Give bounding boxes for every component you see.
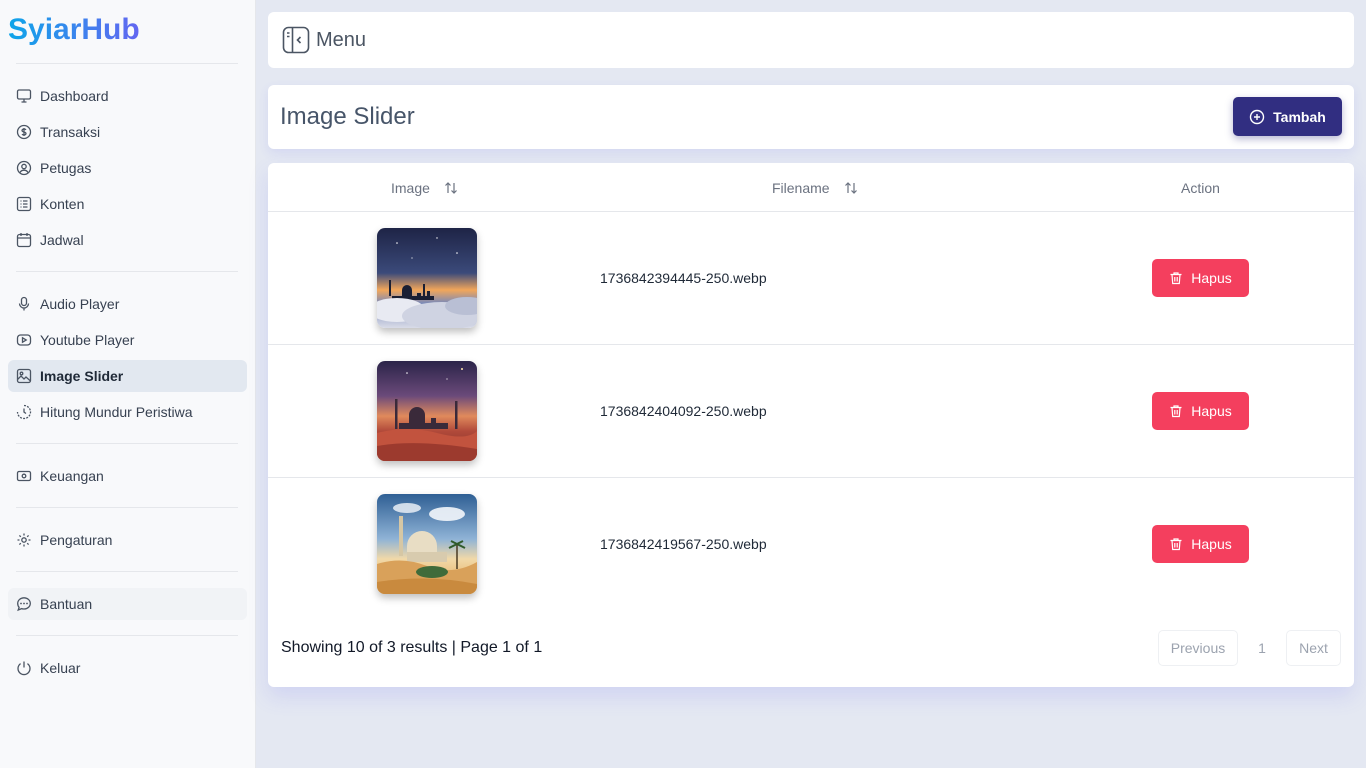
sidebar-item-label: Konten [40, 196, 85, 212]
sidebar-item-label: Bantuan [40, 596, 93, 612]
column-header-action: Action [1181, 180, 1220, 196]
sidebar-item-label: Youtube Player [40, 332, 135, 348]
sidebar-item-label: Pengaturan [40, 532, 113, 548]
sidebar-divider [16, 507, 238, 508]
table-row: 1736842419567-250.webp Hapus [268, 478, 1354, 611]
sidebar-divider [16, 443, 238, 444]
delete-button-label: Hapus [1191, 270, 1232, 286]
banknote-icon [16, 468, 32, 484]
delete-button[interactable]: Hapus [1152, 525, 1249, 563]
sidebar-item-audio-player[interactable]: Audio Player [8, 288, 247, 320]
gear-icon [16, 532, 32, 548]
list-icon [16, 196, 32, 212]
sidebar-item-youtube-player[interactable]: Youtube Player [8, 324, 247, 356]
image-thumbnail[interactable] [377, 494, 477, 594]
microphone-icon [16, 296, 32, 312]
sidebar-item-bantuan[interactable]: Bantuan [8, 588, 247, 620]
sidebar-item-dashboard[interactable]: Dashboard [8, 80, 247, 112]
filename-text: 1736842404092-250.webp [600, 403, 767, 419]
next-button[interactable]: Next [1286, 630, 1341, 666]
page-title: Image Slider [280, 103, 415, 130]
table-row: 1736842404092-250.webp Hapus [268, 345, 1354, 478]
power-icon [16, 660, 32, 676]
column-label: Filename [772, 180, 830, 196]
user-circle-icon [16, 160, 32, 176]
sidebar-item-keuangan[interactable]: Keuangan [8, 460, 247, 492]
sidebar-item-label: Transaksi [40, 124, 101, 140]
monitor-icon [16, 88, 32, 104]
sort-icon[interactable] [444, 181, 458, 195]
sidebar-item-label: Hitung Mundur Peristiwa [40, 404, 193, 420]
sidebar-toggle-icon[interactable] [282, 26, 310, 54]
image-thumbnail[interactable] [377, 361, 477, 461]
delete-button-label: Hapus [1191, 403, 1232, 419]
filename-text: 1736842419567-250.webp [600, 536, 767, 552]
image-icon [16, 368, 32, 384]
add-button[interactable]: Tambah [1233, 97, 1342, 136]
sidebar-item-label: Jadwal [40, 232, 84, 248]
sidebar-divider [16, 63, 238, 64]
image-table: Image Filename Action 1736842394445-250.… [268, 163, 1354, 687]
add-button-label: Tambah [1273, 108, 1326, 125]
page-number-button[interactable]: 1 [1244, 630, 1280, 666]
dollar-circle-icon [16, 124, 32, 140]
column-header-filename[interactable]: Filename [772, 180, 858, 196]
plus-circle-icon [1249, 109, 1265, 125]
trash-icon [1169, 537, 1183, 551]
sidebar: SyiarHub Dashboard Transaksi Petugas Kon… [0, 0, 256, 768]
sidebar-item-petugas[interactable]: Petugas [8, 152, 247, 184]
delete-button[interactable]: Hapus [1152, 259, 1249, 297]
chat-icon [16, 596, 32, 612]
table-row: 1736842394445-250.webp Hapus [268, 212, 1354, 345]
column-label: Image [391, 180, 430, 196]
image-thumbnail[interactable] [377, 228, 477, 328]
sidebar-item-label: Image Slider [40, 368, 124, 384]
filename-text: 1736842394445-250.webp [600, 270, 767, 286]
brand-logo[interactable]: SyiarHub [8, 12, 140, 48]
column-header-image[interactable]: Image [391, 180, 458, 196]
delete-button-label: Hapus [1191, 536, 1232, 552]
sort-icon[interactable] [844, 181, 858, 195]
timer-icon [16, 404, 32, 420]
column-label: Action [1181, 180, 1220, 196]
youtube-icon [16, 332, 32, 348]
top-bar: Menu [268, 12, 1354, 68]
sidebar-item-label: Keuangan [40, 468, 104, 484]
sidebar-item-konten[interactable]: Konten [8, 188, 247, 220]
sidebar-divider [16, 571, 238, 572]
sidebar-divider [16, 271, 238, 272]
sidebar-item-label: Dashboard [40, 88, 109, 104]
sidebar-item-label: Keluar [40, 660, 81, 676]
delete-button[interactable]: Hapus [1152, 392, 1249, 430]
menu-label: Menu [316, 28, 367, 51]
sidebar-item-label: Petugas [40, 160, 92, 176]
sidebar-item-pengaturan[interactable]: Pengaturan [8, 524, 247, 556]
sidebar-divider [16, 635, 238, 636]
trash-icon [1169, 404, 1183, 418]
sidebar-item-image-slider[interactable]: Image Slider [8, 360, 247, 392]
calendar-icon [16, 232, 32, 248]
page-header: Image Slider Tambah [268, 85, 1354, 149]
previous-button[interactable]: Previous [1158, 630, 1238, 666]
sidebar-item-jadwal[interactable]: Jadwal [8, 224, 247, 256]
pagination-summary: Showing 10 of 3 results | Page 1 of 1 [281, 639, 543, 656]
sidebar-item-keluar[interactable]: Keluar [8, 652, 247, 684]
sidebar-item-transaksi[interactable]: Transaksi [8, 116, 247, 148]
trash-icon [1169, 271, 1183, 285]
sidebar-item-hitung-mundur[interactable]: Hitung Mundur Peristiwa [8, 396, 247, 428]
sidebar-item-label: Audio Player [40, 296, 120, 312]
